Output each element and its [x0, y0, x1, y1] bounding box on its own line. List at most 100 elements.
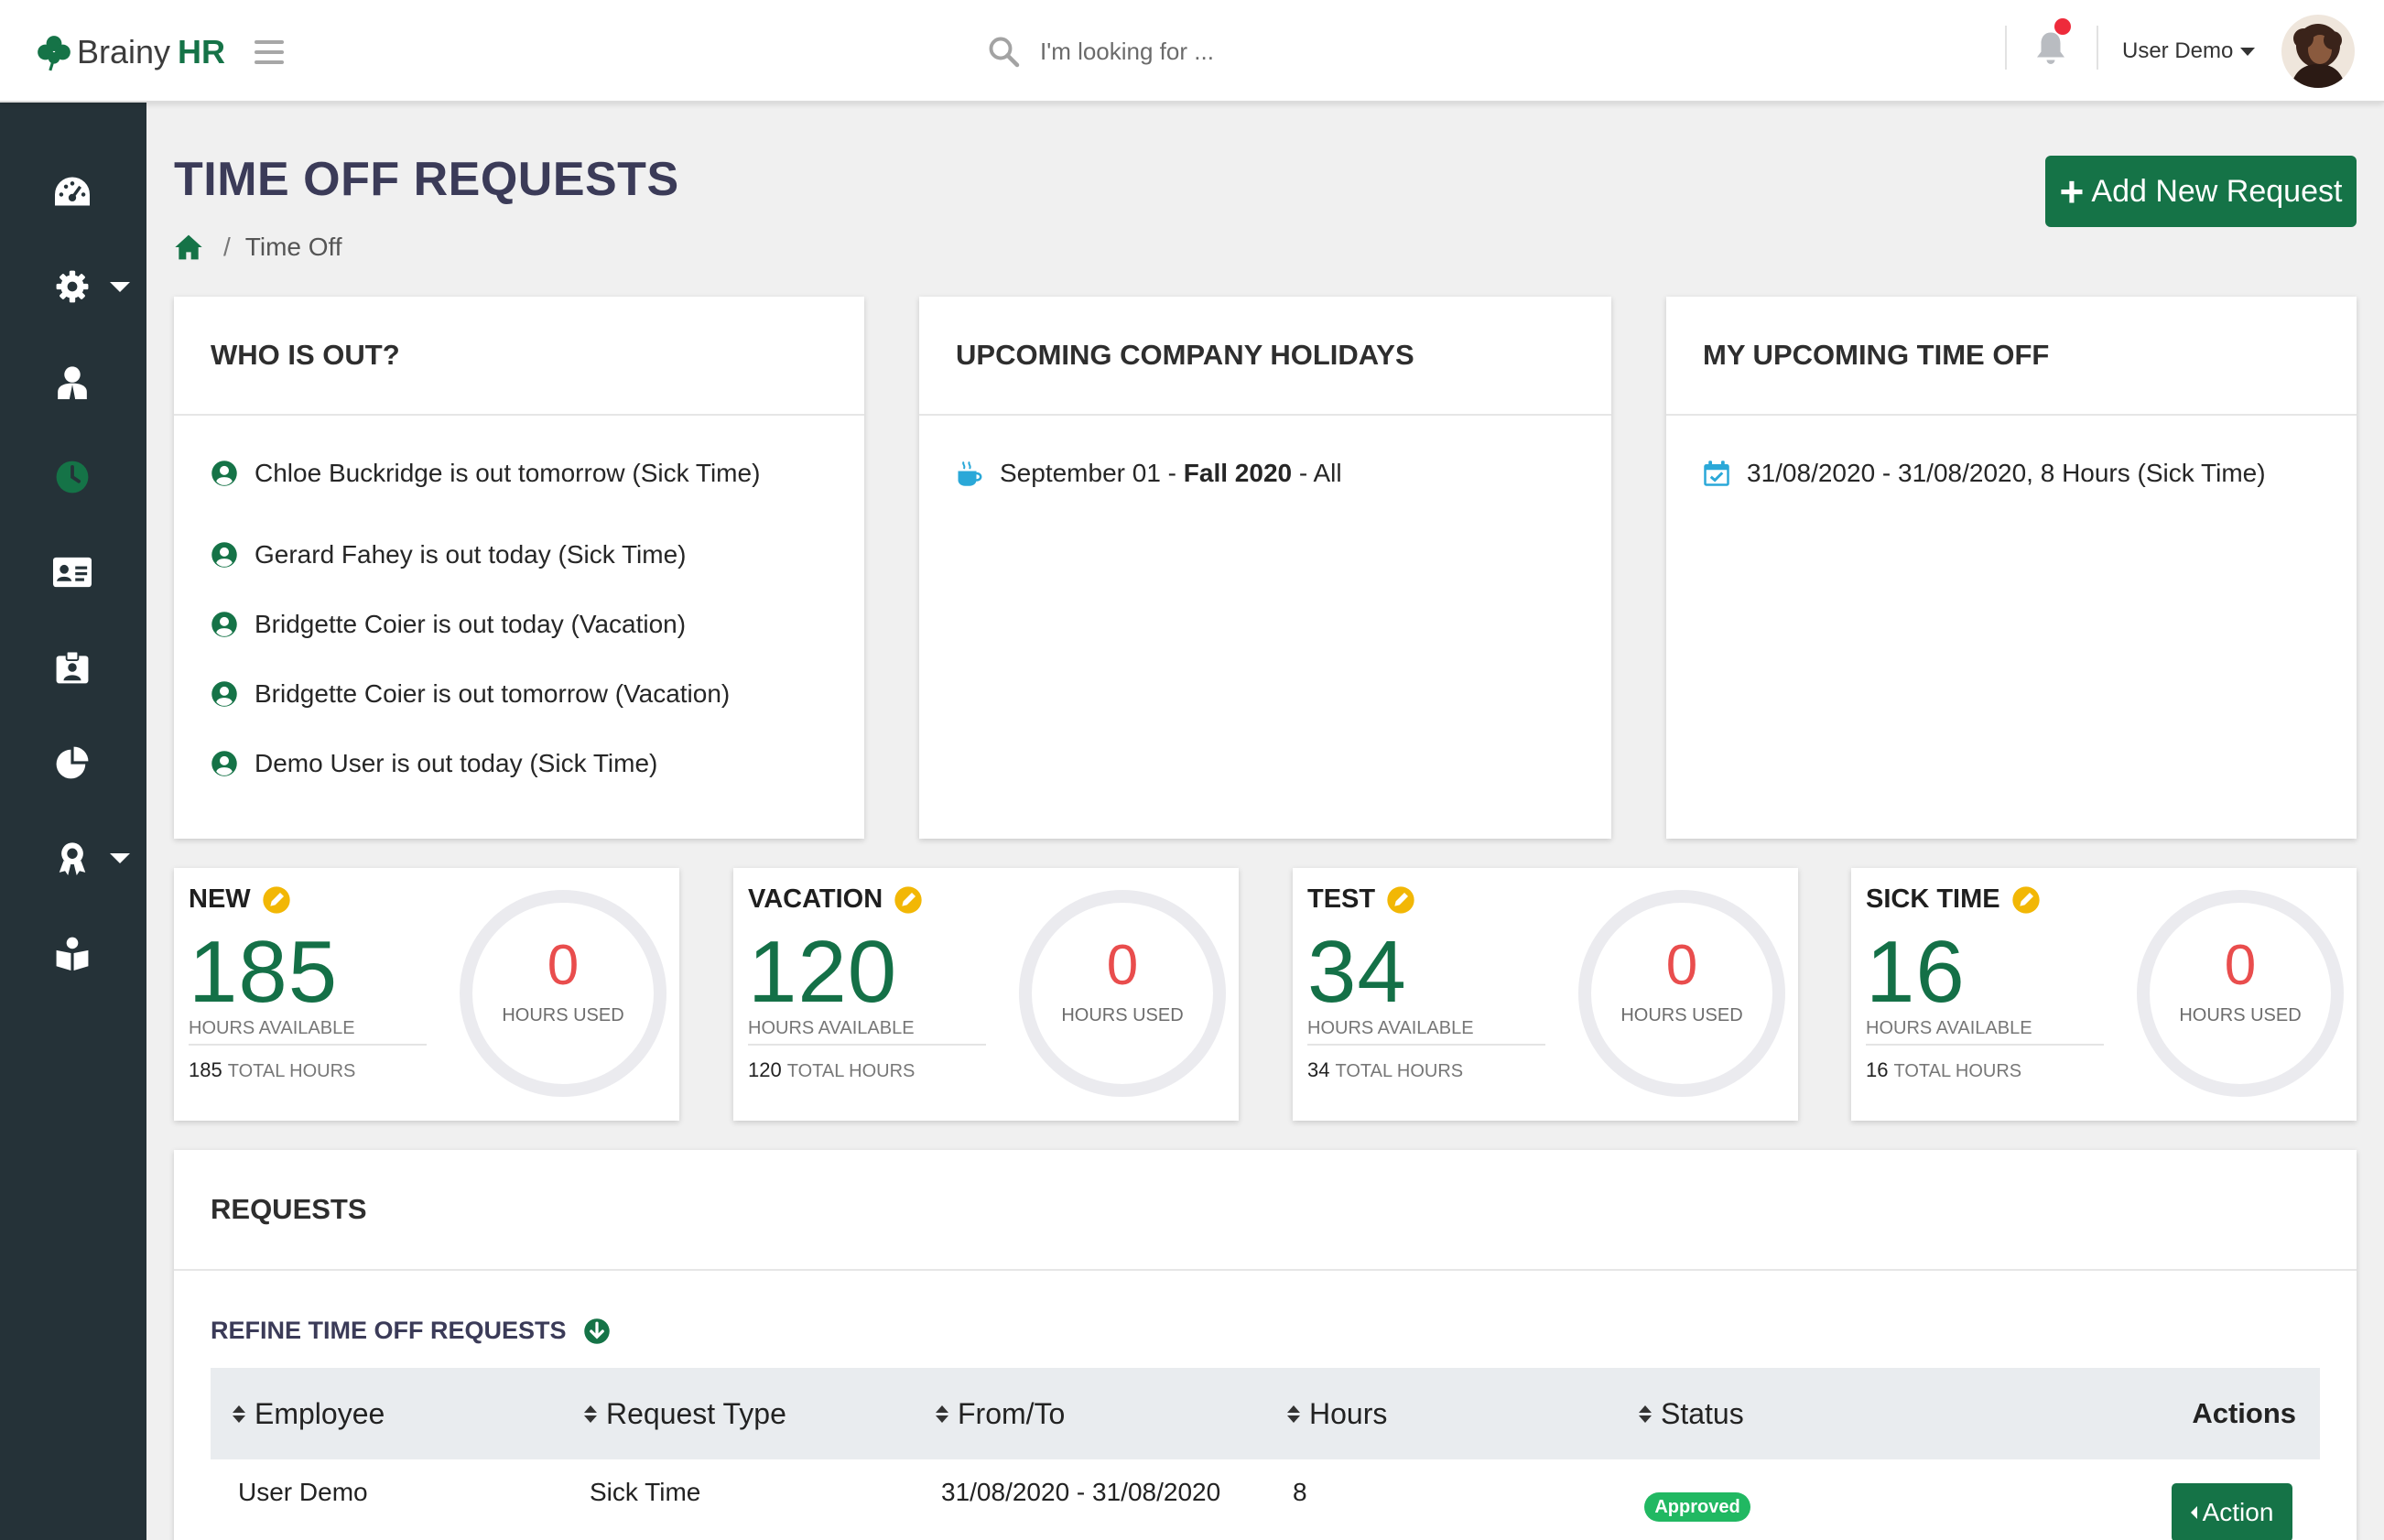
caret-left-icon — [2190, 1506, 2197, 1519]
gear-icon — [56, 270, 89, 303]
column-label: Hours — [1309, 1396, 1388, 1430]
list-item-text: 31/08/2020 - 31/08/2020, 8 Hours (Sick T… — [1747, 459, 2266, 487]
hours-used-value: 0 — [1106, 934, 1139, 997]
add-new-request-button[interactable]: + Add New Request — [2045, 156, 2357, 227]
brand-logo[interactable]: Brainy HR — [35, 29, 225, 75]
sidebar-item-training[interactable] — [0, 826, 146, 890]
column-label: Request Type — [606, 1396, 786, 1430]
sort-icon — [584, 1404, 597, 1423]
sidebar-item-settings[interactable] — [0, 255, 146, 319]
list-item: Demo User is out today (Sick Time) — [211, 729, 828, 798]
edit-icon[interactable] — [2011, 885, 2041, 915]
hours-used-label: HOURS USED — [1620, 1005, 1743, 1025]
refine-requests-label: REFINE TIME OFF REQUESTS — [211, 1317, 567, 1344]
holiday-scope: All — [1313, 459, 1342, 487]
column-request-type[interactable]: Request Type — [584, 1368, 786, 1459]
row-action-label: Action — [2202, 1498, 2274, 1526]
sidebar-item-reports[interactable] — [0, 731, 146, 795]
coffee-icon — [958, 461, 982, 486]
status-badge: Approved — [1644, 1492, 1750, 1522]
clock-icon — [56, 461, 89, 493]
list-item-text: Chloe Buckridge is out tomorrow (Sick Ti… — [255, 459, 761, 487]
column-from-to[interactable]: From/To — [936, 1368, 1065, 1459]
total-hours: 120 TOTAL HOURS — [748, 1058, 915, 1082]
edit-icon[interactable] — [894, 885, 923, 915]
balance-card-test: TEST 34 HOURS AVAILABLE 34 TOTAL HOURS 0 … — [1293, 868, 1798, 1121]
column-label: From/To — [958, 1396, 1066, 1430]
column-hours[interactable]: Hours — [1287, 1368, 1387, 1459]
hours-used-label: HOURS USED — [502, 1005, 624, 1025]
search-input[interactable] — [1040, 37, 1516, 66]
hours-available-label: HOURS AVAILABLE — [1307, 1018, 1545, 1046]
sort-icon — [233, 1404, 245, 1423]
list-item-text: Gerard Fahey is out today (Sick Time) — [255, 540, 687, 569]
total-hours: 16 TOTAL HOURS — [1866, 1058, 2021, 1082]
bell-icon[interactable] — [2034, 29, 2067, 66]
sidebar-item-directory[interactable] — [0, 540, 146, 604]
total-hours-label: TOTAL HOURS — [227, 1061, 356, 1081]
clipboard-badge-icon — [56, 650, 89, 684]
list-item-text: Bridgette Coier is out today (Vacation) — [255, 610, 687, 638]
list-item: Bridgette Coier is out tomorrow (Vacatio… — [211, 659, 828, 729]
column-employee[interactable]: Employee — [233, 1368, 385, 1459]
hours-available-value: 185 — [189, 923, 339, 1021]
hours-available-label: HOURS AVAILABLE — [1866, 1018, 2104, 1046]
dashboard-icon — [55, 177, 90, 206]
hours-used-value: 0 — [1665, 934, 1698, 997]
breadcrumb-current: Time Off — [244, 233, 342, 261]
pie-chart-icon — [56, 746, 89, 779]
list-item-text: Demo User is out today (Sick Time) — [255, 749, 658, 777]
edit-icon[interactable] — [262, 885, 291, 915]
balance-title: VACATION — [748, 884, 923, 915]
balance-name: SICK TIME — [1866, 884, 2000, 914]
sidebar-item-reviews[interactable] — [0, 635, 146, 700]
sidebar-item-time-off[interactable] — [0, 445, 146, 509]
user-circle-icon — [211, 542, 237, 568]
hours-available-value: 120 — [748, 923, 898, 1021]
balance-title: SICK TIME — [1866, 884, 2041, 915]
column-actions: Actions — [2192, 1368, 2296, 1459]
home-icon[interactable] — [174, 233, 203, 261]
cell-request-type: Sick Time — [590, 1478, 701, 1506]
user-circle-icon — [211, 461, 237, 486]
brand-name-bold: HR — [178, 33, 226, 70]
holiday-name: Fall 2020 — [1183, 459, 1293, 487]
sidebar-item-docs[interactable] — [0, 921, 146, 985]
arrow-circle-down-icon — [583, 1318, 610, 1344]
reader-icon — [56, 937, 89, 971]
refine-requests-toggle[interactable]: REFINE TIME OFF REQUESTS — [211, 1317, 611, 1345]
who-is-out-card: WHO IS OUT? Chloe Buckridge is out tomor… — [174, 297, 864, 839]
balance-card-vacation: VACATION 120 HOURS AVAILABLE 120 TOTAL HO… — [733, 868, 1239, 1121]
plus-icon: + — [2059, 168, 2085, 215]
card-title: WHO IS OUT? — [174, 297, 864, 416]
cell-hours: 8 — [1293, 1478, 1307, 1506]
user-menu[interactable]: User Demo — [2122, 33, 2256, 70]
edit-icon[interactable] — [1386, 885, 1415, 915]
list-item-text: Bridgette Coier is out tomorrow (Vacatio… — [255, 679, 731, 708]
brand-name-light: Brainy — [77, 33, 171, 70]
menu-toggle-icon[interactable] — [255, 40, 284, 64]
total-hours-value: 185 — [189, 1058, 222, 1081]
calendar-check-icon — [1704, 461, 1729, 486]
id-card-icon — [53, 557, 92, 588]
card-title: MY UPCOMING TIME OFF — [1666, 297, 2357, 416]
requests-card: REQUESTS REFINE TIME OFF REQUESTS Employ… — [174, 1150, 2357, 1540]
cell-employee: User Demo — [238, 1478, 368, 1506]
total-hours-value: 34 — [1307, 1058, 1330, 1081]
total-hours-value: 120 — [748, 1058, 782, 1081]
avatar[interactable] — [2281, 15, 2355, 88]
sidebar-item-dashboard[interactable] — [0, 159, 146, 223]
holiday-date: September 01 — [1000, 459, 1161, 487]
hours-used-label: HOURS USED — [2179, 1005, 2302, 1025]
column-label: Actions — [2192, 1397, 2296, 1429]
notification-dot — [2054, 18, 2071, 35]
balance-name: NEW — [189, 884, 251, 914]
top-divider — [2005, 26, 2007, 70]
row-action-button[interactable]: Action — [2172, 1483, 2292, 1540]
top-divider — [2097, 26, 2098, 70]
list-item: September 01 - Fall 2020 - All — [956, 450, 1575, 496]
employee-icon — [58, 366, 87, 399]
column-label: Employee — [255, 1396, 385, 1430]
sidebar-item-employees[interactable] — [0, 350, 146, 414]
column-status[interactable]: Status — [1639, 1368, 1744, 1459]
